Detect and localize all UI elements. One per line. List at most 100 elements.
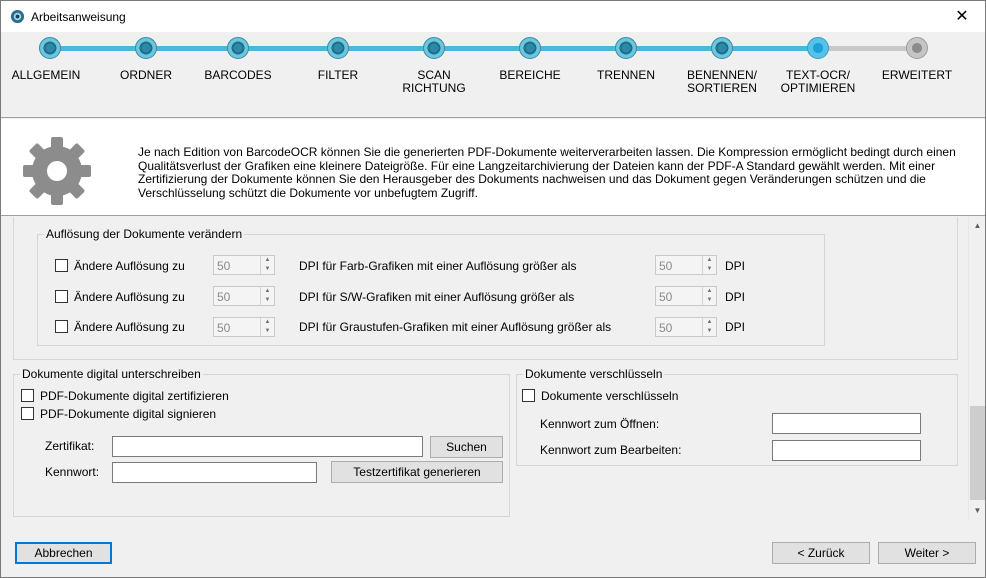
open-password-field[interactable] — [772, 413, 921, 434]
scroll-down-icon[interactable]: ▼ — [969, 502, 986, 519]
wizard-connector — [348, 46, 424, 51]
info-text: Je nach Edition von BarcodeOCR können Si… — [138, 145, 956, 200]
vertical-scrollbar[interactable]: ▲ ▼ — [968, 217, 985, 519]
change-resolution-bw-checkbox[interactable] — [55, 290, 68, 303]
wizard-step-5-label[interactable]: SCAN RICHTUNG — [389, 69, 479, 95]
wizard-connector — [444, 46, 520, 51]
stepper-down-icon[interactable]: ▼ — [261, 327, 274, 336]
stepper-down-icon[interactable]: ▼ — [703, 265, 716, 274]
wizard-step-2-label[interactable]: ORDNER — [101, 69, 191, 82]
wizard-step-8-indicator[interactable] — [711, 37, 733, 59]
scroll-up-icon[interactable]: ▲ — [969, 217, 986, 234]
gray-dpi-unit: DPI — [725, 320, 746, 334]
bw-threshold-value: 50 — [659, 290, 673, 304]
info-banner: Je nach Edition von BarcodeOCR können Si… — [1, 119, 985, 216]
stepper-up-icon[interactable]: ▲ — [703, 287, 716, 296]
wizard-step-2-indicator[interactable] — [135, 37, 157, 59]
back-button[interactable]: < Zurück — [772, 542, 870, 564]
color-threshold-stepper[interactable]: 50 ▲ ▼ — [655, 255, 717, 275]
wizard-step-9-label[interactable]: TEXT-OCR/ OPTIMIEREN — [773, 69, 863, 95]
edit-password-field[interactable] — [772, 440, 921, 461]
color-dpi-stepper[interactable]: 50 ▲ ▼ — [213, 255, 275, 275]
stepper-up-icon[interactable]: ▲ — [703, 318, 716, 327]
wizard-step-6-indicator[interactable] — [519, 37, 541, 59]
encrypt-checkbox[interactable] — [522, 389, 535, 402]
encrypt-label: Dokumente verschlüsseln — [541, 389, 679, 403]
cancel-button[interactable]: Abbrechen — [15, 542, 112, 564]
gray-threshold-stepper[interactable]: 50 ▲ ▼ — [655, 317, 717, 337]
color-threshold-value: 50 — [659, 259, 673, 273]
generate-test-certificate-button[interactable]: Testzertifikat generieren — [331, 461, 503, 483]
change-resolution-gray-label: Ändere Auflösung zu — [74, 320, 185, 334]
wizard-step-8-label[interactable]: BENENNEN/ SORTIEREN — [677, 69, 767, 95]
wizard-step-6-label[interactable]: BEREICHE — [485, 69, 575, 82]
title-bar: Arbeitsanweisung ✕ — [1, 1, 985, 32]
wizard-step-5-indicator[interactable] — [423, 37, 445, 59]
certify-label: PDF-Dokumente digital zertifizieren — [40, 389, 229, 403]
gray-dpi-stepper[interactable]: 50 ▲ ▼ — [213, 317, 275, 337]
gray-dpi-description: DPI für Graustufen-Grafiken mit einer Au… — [299, 320, 612, 334]
scrollbar-thumb[interactable] — [970, 406, 985, 500]
stepper-up-icon[interactable]: ▲ — [261, 256, 274, 265]
stepper-down-icon[interactable]: ▼ — [703, 296, 716, 305]
certificate-field[interactable] — [112, 436, 423, 457]
open-password-label: Kennwort zum Öffnen: — [540, 417, 660, 431]
dialog-footer: Abbrechen < Zurück Weiter > — [1, 519, 985, 577]
sign-label: PDF-Dokumente digital signieren — [40, 407, 217, 421]
bw-dpi-value: 50 — [217, 290, 231, 304]
wizard-step-4-label[interactable]: FILTER — [293, 69, 383, 82]
bw-dpi-description: DPI für S/W-Grafiken mit einer Auflösung… — [299, 290, 575, 304]
close-icon: ✕ — [955, 8, 969, 25]
wizard-step-10-indicator[interactable] — [906, 37, 928, 59]
color-dpi-value: 50 — [217, 259, 231, 273]
bw-dpi-unit: DPI — [725, 290, 746, 304]
wizard-step-7-indicator[interactable] — [615, 37, 637, 59]
password-field[interactable] — [112, 462, 317, 483]
app-icon — [10, 9, 25, 24]
browse-certificate-button[interactable]: Suchen — [430, 436, 503, 458]
gray-dpi-value: 50 — [217, 321, 231, 335]
stepper-down-icon[interactable]: ▼ — [703, 327, 716, 336]
wizard-step-3-label[interactable]: BARCODES — [193, 69, 283, 82]
signing-legend: Dokumente digital unterschreiben — [22, 367, 201, 381]
color-dpi-unit: DPI — [725, 259, 746, 273]
certificate-label: Zertifikat: — [45, 439, 95, 453]
wizard-connector — [732, 46, 808, 51]
wizard-steps: ALLGEMEIN ORDNER BARCODES FILTER SCAN RICHTU… — [1, 32, 985, 118]
change-resolution-gray-checkbox[interactable] — [55, 320, 68, 333]
wizard-connector — [60, 46, 136, 51]
close-button[interactable]: ✕ — [939, 1, 985, 32]
certify-checkbox[interactable] — [21, 389, 34, 402]
change-resolution-color-checkbox[interactable] — [55, 259, 68, 272]
wizard-step-9-indicator[interactable] — [807, 37, 829, 59]
change-resolution-bw-label: Ändere Auflösung zu — [74, 290, 185, 304]
stepper-up-icon[interactable]: ▲ — [261, 287, 274, 296]
wizard-connector — [636, 46, 712, 51]
stepper-up-icon[interactable]: ▲ — [261, 318, 274, 327]
stepper-down-icon[interactable]: ▼ — [261, 296, 274, 305]
bw-dpi-stepper[interactable]: 50 ▲ ▼ — [213, 286, 275, 306]
settings-panel: Auflösung der Dokumente verändern Ändere… — [1, 217, 985, 519]
wizard-step-1-indicator[interactable] — [39, 37, 61, 59]
edit-password-label: Kennwort zum Bearbeiten: — [540, 443, 682, 457]
next-button[interactable]: Weiter > — [878, 542, 976, 564]
password-label: Kennwort: — [45, 465, 100, 479]
wizard-step-10-label[interactable]: ERWEITERT — [872, 69, 962, 82]
wizard-connector — [540, 46, 616, 51]
window-title: Arbeitsanweisung — [31, 10, 126, 24]
wizard-connector — [156, 46, 228, 51]
wizard-step-4-indicator[interactable] — [327, 37, 349, 59]
color-dpi-description: DPI für Farb-Grafiken mit einer Auflösun… — [299, 259, 577, 273]
stepper-up-icon[interactable]: ▲ — [703, 256, 716, 265]
encryption-legend: Dokumente verschlüsseln — [525, 367, 663, 381]
sign-checkbox[interactable] — [21, 407, 34, 420]
gray-threshold-value: 50 — [659, 321, 673, 335]
wizard-connector — [248, 46, 328, 51]
wizard-connector — [828, 46, 907, 51]
wizard-step-3-indicator[interactable] — [227, 37, 249, 59]
gear-icon — [23, 137, 91, 205]
wizard-step-7-label[interactable]: TRENNEN — [581, 69, 671, 82]
stepper-down-icon[interactable]: ▼ — [261, 265, 274, 274]
bw-threshold-stepper[interactable]: 50 ▲ ▼ — [655, 286, 717, 306]
wizard-step-1-label[interactable]: ALLGEMEIN — [1, 69, 91, 82]
